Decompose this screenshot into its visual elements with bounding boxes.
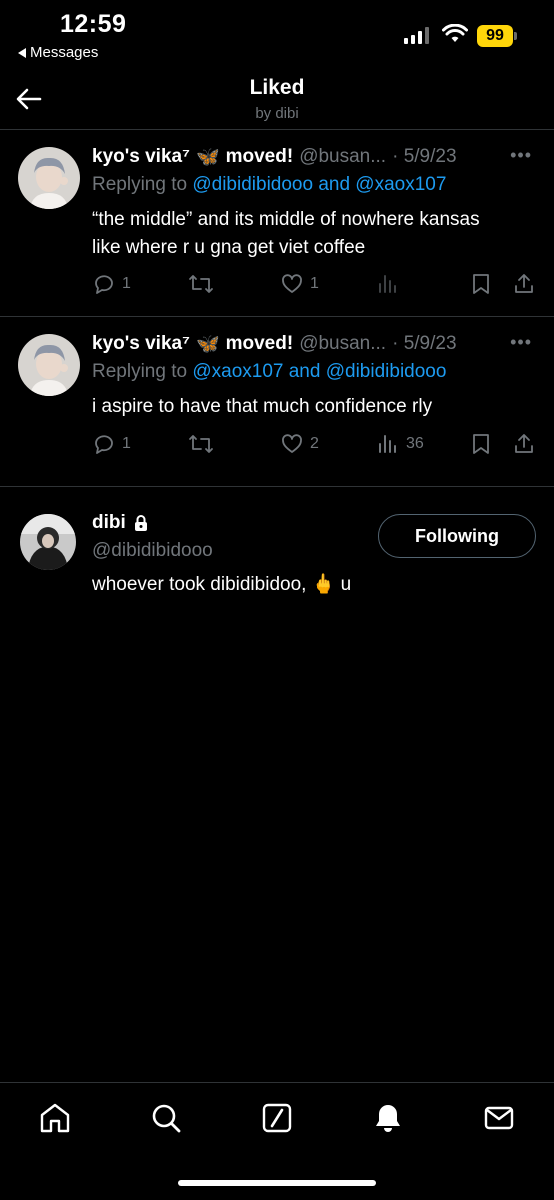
page-header: Liked by dibi [0,70,554,130]
tweet-header: kyo's vika⁷ 🦋 moved! @busan... · 5/9/23 [92,332,457,356]
retweet-icon [189,435,213,453]
retweet-button[interactable] [188,272,220,296]
author-name-suffix: moved! [225,333,294,354]
tweet-actions: 1 1 [92,272,542,298]
tweet-text: “the middle” and its middle of nowhere k… [92,209,480,258]
share-icon [515,434,533,453]
wifi-icon [442,24,468,42]
butterfly-emoji: 🦋 [195,147,220,168]
bookmark-button[interactable] [470,432,492,456]
replying-to: Replying to @dibidibidooo and @xaox107 [92,174,446,196]
notifications-icon[interactable] [371,1101,405,1135]
bookmark-icon [473,434,489,454]
heart-icon [282,274,302,293]
like-button[interactable]: 2 [280,432,319,456]
back-to-app-link[interactable]: Messages [18,44,98,61]
author-handle: @busan... [299,333,387,354]
retweet-button[interactable] [188,432,220,456]
messages-icon[interactable] [482,1101,516,1135]
battery-indicator: 99 [477,25,513,47]
reply-icon [95,275,113,294]
profile-name[interactable]: dibi [92,512,126,534]
butterfly-emoji: 🦋 [195,334,220,355]
reply-icon [95,435,113,454]
profile-name-row: dibi [92,512,149,534]
more-options-icon[interactable]: ••• [510,145,532,166]
more-options-icon[interactable]: ••• [510,332,532,353]
tweet-text: i aspire to have that much confidence rl… [92,396,433,417]
battery-tip [514,32,517,40]
author-name[interactable]: kyo's vika⁷ [92,333,190,355]
avatar[interactable] [18,147,80,209]
tweet-actions: 1 2 36 [92,432,542,458]
heart-icon [282,434,302,453]
back-triangle-icon [18,47,26,58]
back-app-label: Messages [30,44,99,61]
page-title: Liked [249,76,305,99]
like-count: 2 [310,435,319,452]
replying-prefix: Replying to [92,174,188,195]
status-time: 12:59 [60,10,127,38]
share-button[interactable] [512,272,536,296]
reply-count: 1 [122,275,131,292]
author-handle: @busan... [299,146,387,167]
avatar[interactable] [20,514,76,570]
tweet-date: · 5/9/23 [392,146,457,167]
like-count: 1 [310,275,319,292]
share-icon [515,274,533,293]
views-icon [379,275,396,293]
reply-button[interactable]: 1 [92,272,131,296]
avatar[interactable] [18,334,80,396]
profile-bio: whoever took dibidibidoo, 🖕 u [92,574,352,595]
views-button[interactable]: 36 [376,432,424,456]
author-name-suffix: moved! [225,146,294,167]
bookmark-button[interactable] [470,272,492,296]
replying-prefix: Replying to [92,361,188,382]
profile-handle: @dibidibidooo [92,540,213,561]
retweet-icon [189,275,213,293]
views-button[interactable] [376,272,406,296]
tweet-header: kyo's vika⁷ 🦋 moved! @busan... · 5/9/23 [92,145,457,169]
following-button[interactable]: Following [378,514,536,558]
home-indicator[interactable] [178,1180,376,1186]
page-subtitle: by dibi [255,105,299,122]
cellular-signal-icon [404,26,429,44]
reply-mentions-link[interactable]: @xaox107 and @dibidibidooo [192,361,446,382]
like-button[interactable]: 1 [280,272,319,296]
author-name[interactable]: kyo's vika⁷ [92,146,190,168]
reply-count: 1 [122,435,131,452]
tweet-item[interactable]: kyo's vika⁷ 🦋 moved! @busan... · 5/9/23 … [0,131,554,317]
tweet-date: · 5/9/23 [392,333,457,354]
home-icon[interactable] [38,1101,72,1135]
grok-icon[interactable] [260,1101,294,1135]
replying-to: Replying to @xaox107 and @dibidibidooo [92,361,446,383]
share-button[interactable] [512,432,536,456]
reply-button[interactable]: 1 [92,432,131,456]
search-icon[interactable] [149,1101,183,1135]
reply-mentions-link[interactable]: @dibidibidooo and @xaox107 [192,174,446,195]
lock-icon [134,515,147,531]
views-icon [379,435,396,453]
bookmark-icon [473,274,489,294]
status-bar: 12:59 Messages 99 [0,0,554,70]
tweet-item[interactable]: kyo's vika⁷ 🦋 moved! @busan... · 5/9/23 … [0,318,554,487]
views-count: 36 [406,435,424,452]
